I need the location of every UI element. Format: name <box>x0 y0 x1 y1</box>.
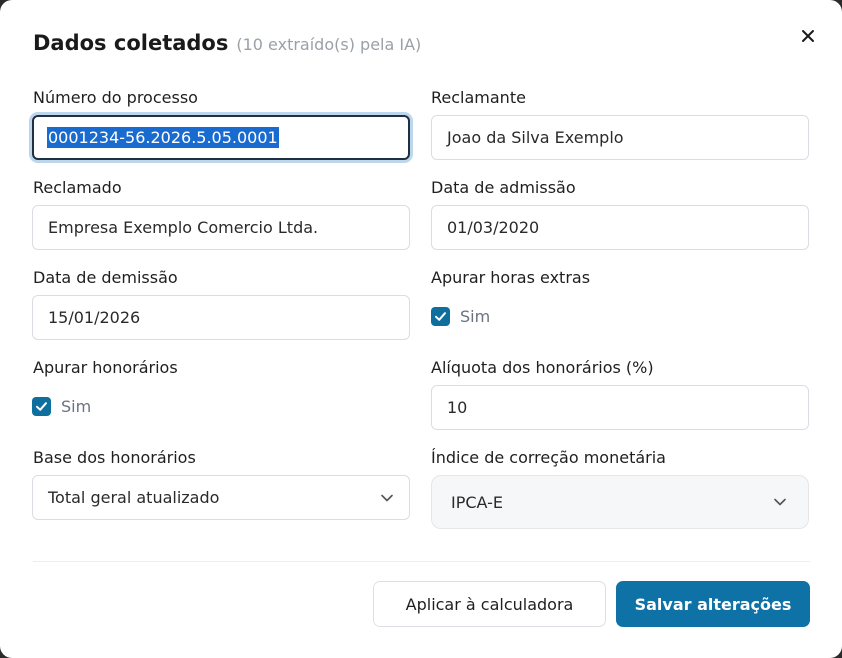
label-apurar-horas-extras: Apurar horas extras <box>431 268 591 287</box>
dialog: Dados coletados (10 extraído(s) pela IA)… <box>0 0 842 658</box>
dialog-subtitle: (10 extraído(s) pela IA) <box>236 35 422 54</box>
reclamante-value: Joao da Silva Exemplo <box>447 128 624 147</box>
label-indice-correcao: Índice de correção monetária <box>431 448 666 467</box>
close-button[interactable] <box>796 24 820 48</box>
aliquota-honorarios-input[interactable]: 10 <box>431 385 809 430</box>
close-icon <box>802 30 814 42</box>
chevron-down-icon <box>381 494 393 501</box>
check-icon <box>435 312 446 321</box>
label-numero-processo: Número do processo <box>33 88 198 107</box>
data-admissao-value: 01/03/2020 <box>447 218 540 237</box>
honorarios-checkbox[interactable] <box>32 397 51 416</box>
save-changes-button[interactable]: Salvar alterações <box>616 581 810 627</box>
horas-extras-checkbox-label: Sim <box>460 307 491 326</box>
data-admissao-input[interactable]: 01/03/2020 <box>431 205 809 250</box>
label-base-honorarios: Base dos honorários <box>33 448 196 467</box>
reclamado-value: Empresa Exemplo Comercio Ltda. <box>48 218 319 237</box>
numero-processo-input[interactable]: 0001234-56.2026.5.05.0001 <box>32 115 410 160</box>
data-demissao-input[interactable]: 15/01/2026 <box>32 295 410 340</box>
horas-extras-checkbox-row[interactable]: Sim <box>431 307 490 326</box>
numero-processo-value: 0001234-56.2026.5.05.0001 <box>47 127 279 148</box>
honorarios-checkbox-label: Sim <box>61 397 92 416</box>
label-reclamado: Reclamado <box>33 178 122 197</box>
indice-correcao-select[interactable]: IPCA-E <box>431 475 809 529</box>
check-icon <box>36 402 47 411</box>
label-data-admissao: Data de admissão <box>431 178 576 197</box>
indice-correcao-selected: IPCA-E <box>451 492 504 512</box>
label-data-demissao: Data de demissão <box>33 268 178 287</box>
data-demissao-value: 15/01/2026 <box>48 308 141 327</box>
label-reclamante: Reclamante <box>431 88 526 107</box>
reclamado-input[interactable]: Empresa Exemplo Comercio Ltda. <box>32 205 410 250</box>
dialog-header: Dados coletados (10 extraído(s) pela IA) <box>33 31 421 55</box>
chevron-down-icon <box>774 498 786 506</box>
honorarios-checkbox-row[interactable]: Sim <box>32 397 91 416</box>
dialog-title: Dados coletados <box>33 31 229 55</box>
label-aliquota-honorarios: Alíquota dos honorários (%) <box>431 358 654 377</box>
label-apurar-honorarios: Apurar honorários <box>33 358 178 377</box>
aliquota-honorarios-value: 10 <box>447 398 468 417</box>
reclamante-input[interactable]: Joao da Silva Exemplo <box>431 115 809 160</box>
footer-divider <box>33 561 810 562</box>
base-honorarios-selected: Total geral atualizado <box>48 488 220 507</box>
horas-extras-checkbox[interactable] <box>431 307 450 326</box>
apply-to-calculator-button[interactable]: Aplicar à calculadora <box>373 581 606 627</box>
base-honorarios-select[interactable]: Total geral atualizado <box>32 475 410 520</box>
